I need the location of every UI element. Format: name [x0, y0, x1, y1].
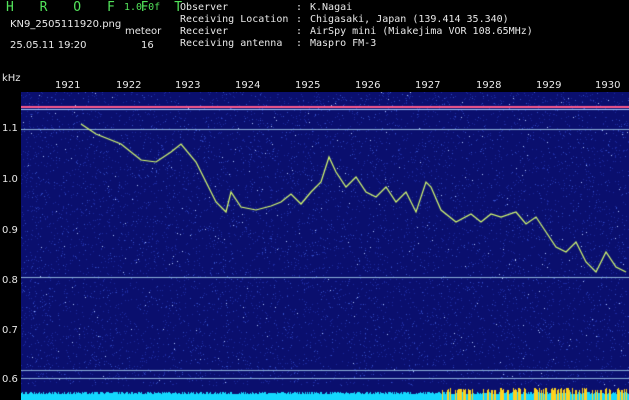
y-tick-label: 0.7 — [2, 325, 18, 336]
detection-mode: meteor — [125, 26, 162, 37]
y-tick-label: 0.6 — [2, 374, 18, 385]
info-value: K.Nagai — [310, 2, 353, 13]
info-row-receiver: Receiver: AirSpy mini (Miakejima VOR 108.… — [180, 26, 533, 37]
info-key: Receiving Location — [180, 14, 289, 25]
x-tick-label: 1924 — [235, 80, 261, 91]
y-tick-label: 1.0 — [2, 174, 18, 185]
info-value: AirSpy mini (Miakejima VOR 108.65MHz) — [310, 26, 533, 37]
info-value: Maspro FM-3 — [310, 38, 377, 49]
info-row-observer: Observer: K.Nagai — [180, 2, 353, 13]
x-tick-label: 1926 — [355, 80, 381, 91]
x-tick-label: 1929 — [536, 80, 562, 91]
info-key: Observer — [180, 2, 229, 13]
frequency-unit-label: kHz — [2, 73, 21, 84]
y-tick-label: 0.9 — [2, 225, 18, 236]
x-tick-label: 1927 — [415, 80, 441, 91]
info-row-location: Receiving Location: Chigasaki, Japan (139… — [180, 14, 509, 25]
date-time: 25.05.11 19:20 — [10, 40, 87, 51]
info-row-antenna: Receiving antenna: Maspro FM-3 — [180, 38, 377, 49]
info-value: Chigasaki, Japan (139.414 35.340) — [310, 14, 509, 25]
app-version: 1.0.0f — [124, 2, 161, 13]
y-tick-label: 0.8 — [2, 275, 18, 286]
x-tick-label: 1923 — [175, 80, 201, 91]
file-name: KN9_2505111920.png — [10, 19, 122, 30]
hroff-screen: H R O F F T 1.0.0f KN9_2505111920.png me… — [0, 0, 629, 400]
echo-count: 16 — [141, 40, 154, 51]
y-tick-label: 1.1 — [2, 123, 18, 134]
x-tick-label: 1925 — [295, 80, 321, 91]
x-tick-label: 1928 — [476, 80, 502, 91]
x-tick-label: 1921 — [55, 80, 81, 91]
spectrogram — [21, 92, 629, 400]
x-tick-label: 1930 — [595, 80, 621, 91]
info-key: Receiver — [180, 26, 229, 37]
info-key: Receiving antenna — [180, 38, 283, 49]
app-title: H R O F F T — [6, 0, 192, 15]
x-tick-label: 1922 — [116, 80, 142, 91]
